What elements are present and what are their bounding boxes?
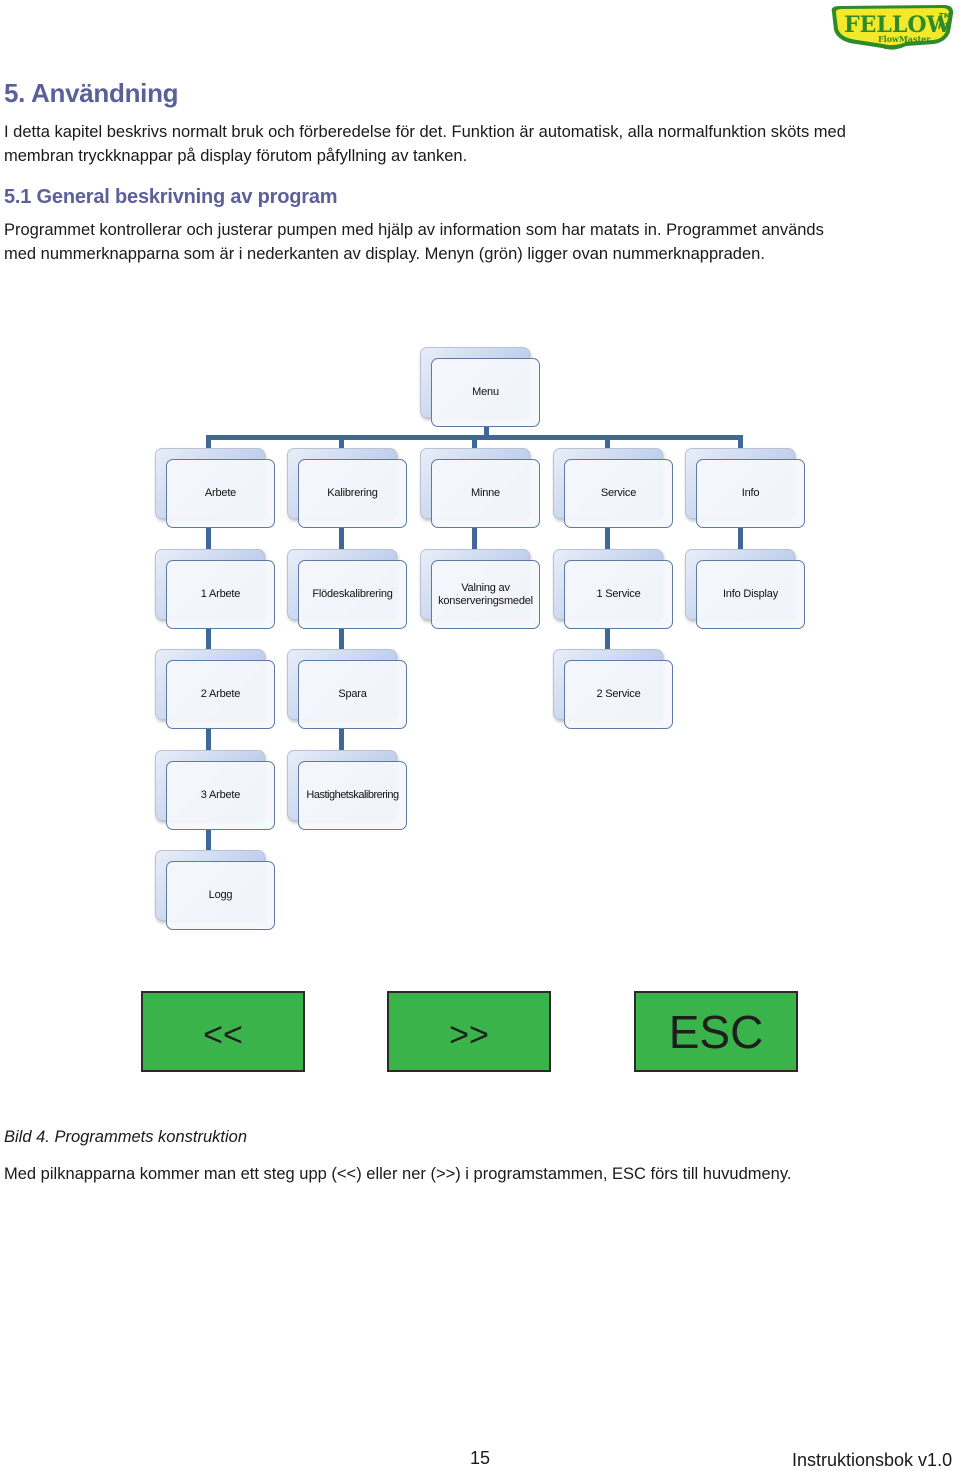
explanation-text: Med pilknapparna kommer man ett steg upp… [4,1165,792,1183]
logo-tm: TM [939,12,951,20]
node-label: Minne [471,487,500,499]
forward-arrow-icon: >> [449,1016,489,1054]
node-label: 2 Service [596,688,641,700]
node-label: 1 Service [596,588,641,600]
node-label: Menu [472,386,499,398]
esc-button[interactable]: ESC [634,991,798,1072]
node-minne[interactable]: Minne [420,448,540,528]
connector-vertical [339,729,344,751]
node-spara[interactable]: Spara [287,649,407,729]
node-service[interactable]: Service [553,448,673,528]
node-2-arbete[interactable]: 2 Arbete [155,649,275,729]
node-arbete[interactable]: Arbete [155,448,275,528]
node-valning[interactable]: Valning av konserveringsmedel [420,549,540,629]
connector-vertical [605,628,610,650]
figure-caption: Bild 4. Programmets konstruktion [4,1128,248,1146]
node-kalibrering[interactable]: Kalibrering [287,448,407,528]
esc-label: ESC [668,1005,764,1058]
connector-horizontal [206,435,742,440]
node-logg[interactable]: Logg [155,850,275,930]
connector-col [472,435,477,449]
node-2-service[interactable]: 2 Service [553,649,673,729]
connector-vertical [206,628,211,650]
node-label: Info [741,487,760,499]
connector-vertical [605,527,610,549]
node-label: Info Display [722,588,779,600]
node-label: 1 Arbete [200,588,241,600]
node-label: Flödeskalibrering [312,588,393,600]
node-label: Logg [208,889,233,901]
fellow-logo: FELLOW TM F1 FlowMaster [826,2,958,54]
subsection-body: Programmet kontrollerar och justerar pum… [4,218,824,266]
node-info[interactable]: Info [685,448,805,528]
connector-vertical [206,527,211,549]
node-3-arbete[interactable]: 3 Arbete [155,750,275,830]
node-1-service[interactable]: 1 Service [553,549,673,629]
node-label: 3 Arbete [200,789,241,801]
node-hastighetskalibrering[interactable]: Hastighetskalibrering [287,750,407,830]
section-intro-line: I detta kapitel beskrivs normalt bruk oc… [4,123,846,141]
forward-button[interactable]: >> [387,991,551,1072]
connector-col [738,435,743,449]
node-label: Spara [338,688,367,700]
connector-col [206,435,211,449]
connector-root [484,427,489,439]
node-info-display[interactable]: Info Display [685,549,805,629]
node-label: Kalibrering [327,487,378,499]
node-label: Service [600,487,637,499]
node-1-arbete[interactable]: 1 Arbete [155,549,275,629]
section-intro-line: membran tryckknappar på display förutom … [4,147,468,165]
connector-vertical [206,829,211,851]
page-number: 15 [470,1448,491,1468]
connector-vertical [738,527,743,549]
connector-vertical [339,628,344,650]
subsection-body-line: med nummerknapparna som är i nederkanten… [4,245,765,263]
connector-vertical [472,527,477,549]
node-label: Arbete [204,487,237,499]
subsection-body-line: Programmet kontrollerar och justerar pum… [4,221,824,239]
connector-vertical [339,527,344,549]
connector-col [339,435,344,449]
connector-col [605,435,610,449]
node-label: Valning av konserveringsmedel [438,581,533,607]
section-title: 5. Användning [4,78,179,108]
document-version: Instruktionsbok v1.0 [792,1450,953,1470]
logo-sub: FlowMaster [878,34,931,44]
logo-model: F1 [938,22,949,31]
section-intro: I detta kapitel beskrivs normalt bruk oc… [4,120,846,168]
node-label: Hastighetskalibrering [306,789,399,801]
back-arrow-icon: << [203,1016,243,1054]
connector-vertical [206,729,211,751]
subsection-title: 5.1 General beskrivning av program [4,186,338,208]
node-flodeskalibrering[interactable]: Flödeskalibrering [287,549,407,629]
node-menu[interactable]: Menu [420,347,540,427]
node-label: 2 Arbete [200,688,241,700]
back-button[interactable]: << [141,991,305,1072]
